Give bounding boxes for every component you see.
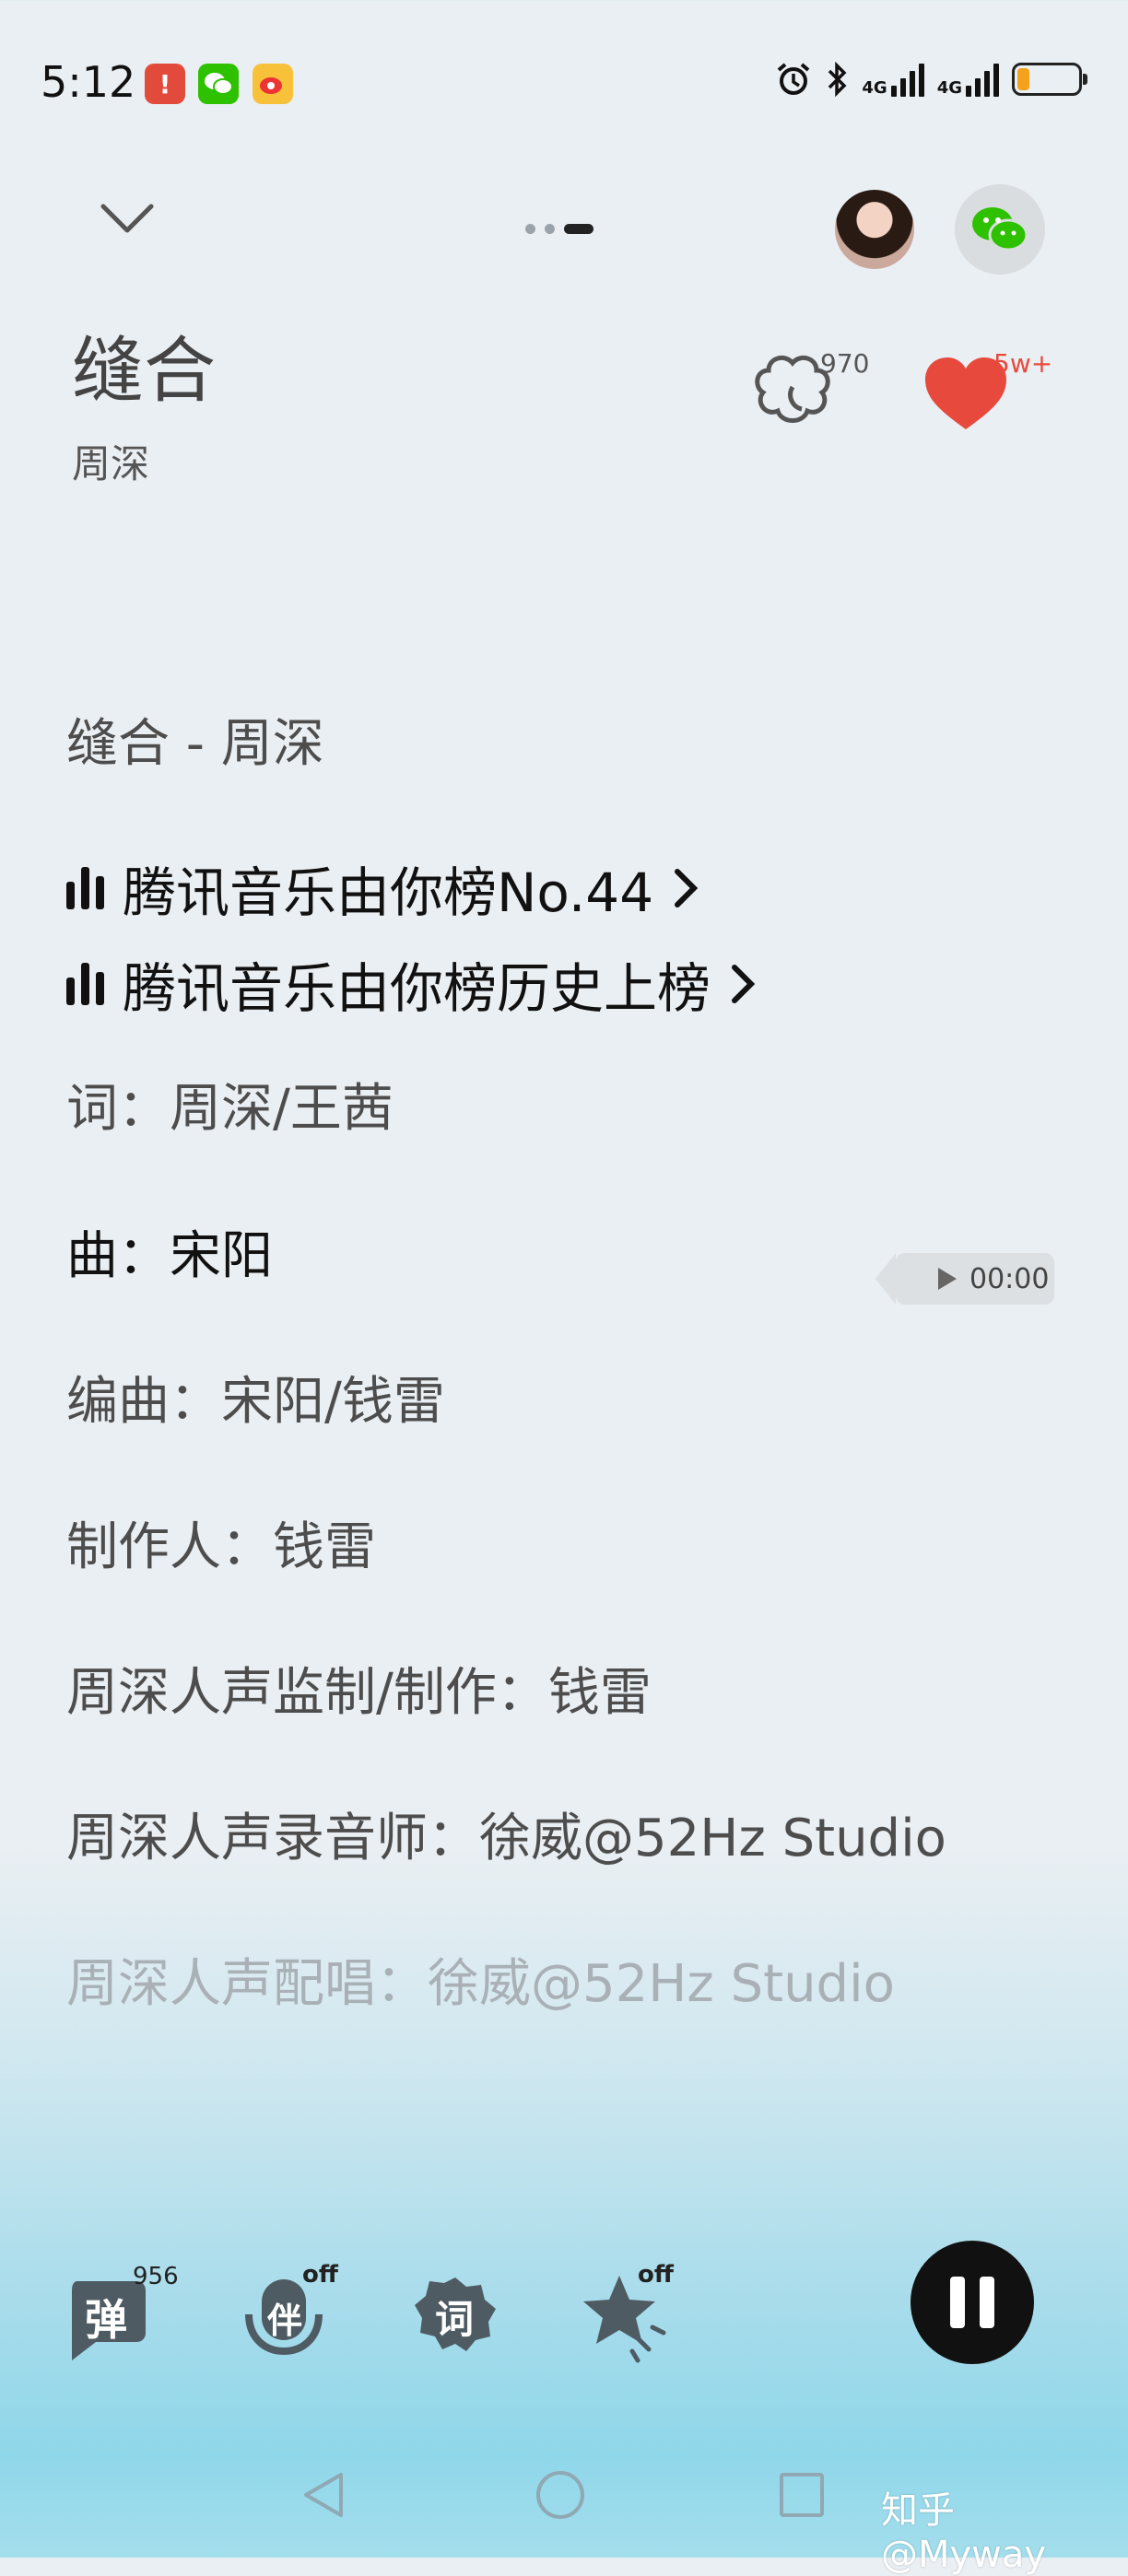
signal-2-icon	[966, 62, 999, 97]
collapse-chevron-icon[interactable]	[100, 203, 155, 236]
danmaku-label: 弹	[85, 2295, 127, 2345]
chart-rank-label-2: 腾讯音乐由你榜历史上榜	[123, 957, 711, 1020]
like-count: 5w+	[993, 348, 1053, 379]
comment-count: 970	[820, 348, 870, 379]
recent-square-icon[interactable]	[780, 2473, 824, 2517]
lyrics-label: 词	[435, 2297, 475, 2342]
status-time: 5:12	[41, 57, 136, 107]
page-dot	[545, 224, 555, 234]
accompany-state: off	[302, 2261, 338, 2289]
chevron-right-icon	[675, 869, 699, 907]
lyric-line-producer: 制作人：钱雷	[66, 1517, 376, 1577]
accompany-label: 伴	[267, 2301, 303, 2341]
chart-bars-icon	[66, 963, 104, 1005]
network-type-2: 4G	[936, 78, 962, 98]
wechat-share-button[interactable]	[955, 184, 1045, 275]
play-triangle-icon	[938, 1268, 957, 1290]
wechat-icon	[972, 207, 1028, 252]
alarm-icon	[778, 63, 810, 95]
chart-rank-link-1[interactable]: 腾讯音乐由你榜No.44	[66, 849, 699, 927]
page-dot	[525, 224, 535, 234]
effect-state: off	[638, 2261, 674, 2289]
chevron-right-icon	[732, 965, 756, 1003]
song-title: 缝合	[72, 330, 217, 413]
chart-rank-link-2[interactable]: 腾讯音乐由你榜历史上榜	[66, 945, 757, 1023]
lyric-line-vocal-engineer: 周深人声录音师：徐威@52Hz Studio	[66, 1809, 946, 1868]
network-type-1: 4G	[862, 78, 887, 98]
status-indicators: 4G 4G	[775, 61, 1087, 98]
signal-1-icon	[890, 62, 924, 97]
notification-app-icon: !	[145, 64, 185, 104]
lyric-line-arranger: 编曲：宋阳/钱雷	[66, 1372, 445, 1432]
danmaku-button[interactable]: 弹 956	[65, 2263, 179, 2368]
lyric-line-vocal-producer: 周深人声监制/制作：钱雷	[66, 1663, 652, 1723]
lyric-line-vocal-feat: 周深人声配唱：徐威@52Hz Studio	[66, 1954, 895, 2014]
weibo-notification-icon	[253, 64, 293, 104]
lyrics-button[interactable]: 词	[413, 2266, 514, 2368]
danmaku-count: 956	[133, 2263, 179, 2290]
chart-bars-icon	[66, 867, 104, 909]
page-indicator	[525, 224, 593, 234]
artist-name[interactable]: 周深	[72, 433, 149, 489]
pause-icon	[950, 2277, 965, 2328]
seek-time: 00:00	[969, 1262, 1050, 1295]
lyric-line-composer-current: 曲：宋阳	[66, 1226, 273, 1286]
wechat-notification-icon	[198, 64, 239, 104]
pause-button[interactable]	[911, 2241, 1034, 2364]
battery-icon	[1012, 63, 1087, 96]
lyric-title-line: 缝合 - 周深	[66, 714, 324, 774]
effect-button[interactable]: off	[581, 2261, 682, 2368]
chart-rank-label-1: 腾讯音乐由你榜No.44	[123, 861, 654, 924]
accompany-button[interactable]: 伴 off	[241, 2261, 343, 2368]
singer-avatar[interactable]	[835, 190, 914, 269]
back-triangle-icon[interactable]	[300, 2469, 347, 2521]
page-dot-active	[564, 224, 593, 234]
home-circle-icon[interactable]	[536, 2471, 584, 2519]
watermark: 知乎 @Myway	[881, 2489, 1047, 2576]
seek-time-pill[interactable]: 00:00	[875, 1253, 1054, 1305]
lyric-line-lyricist: 词：周深/王茜	[66, 1079, 394, 1139]
bluetooth-icon	[828, 61, 847, 98]
